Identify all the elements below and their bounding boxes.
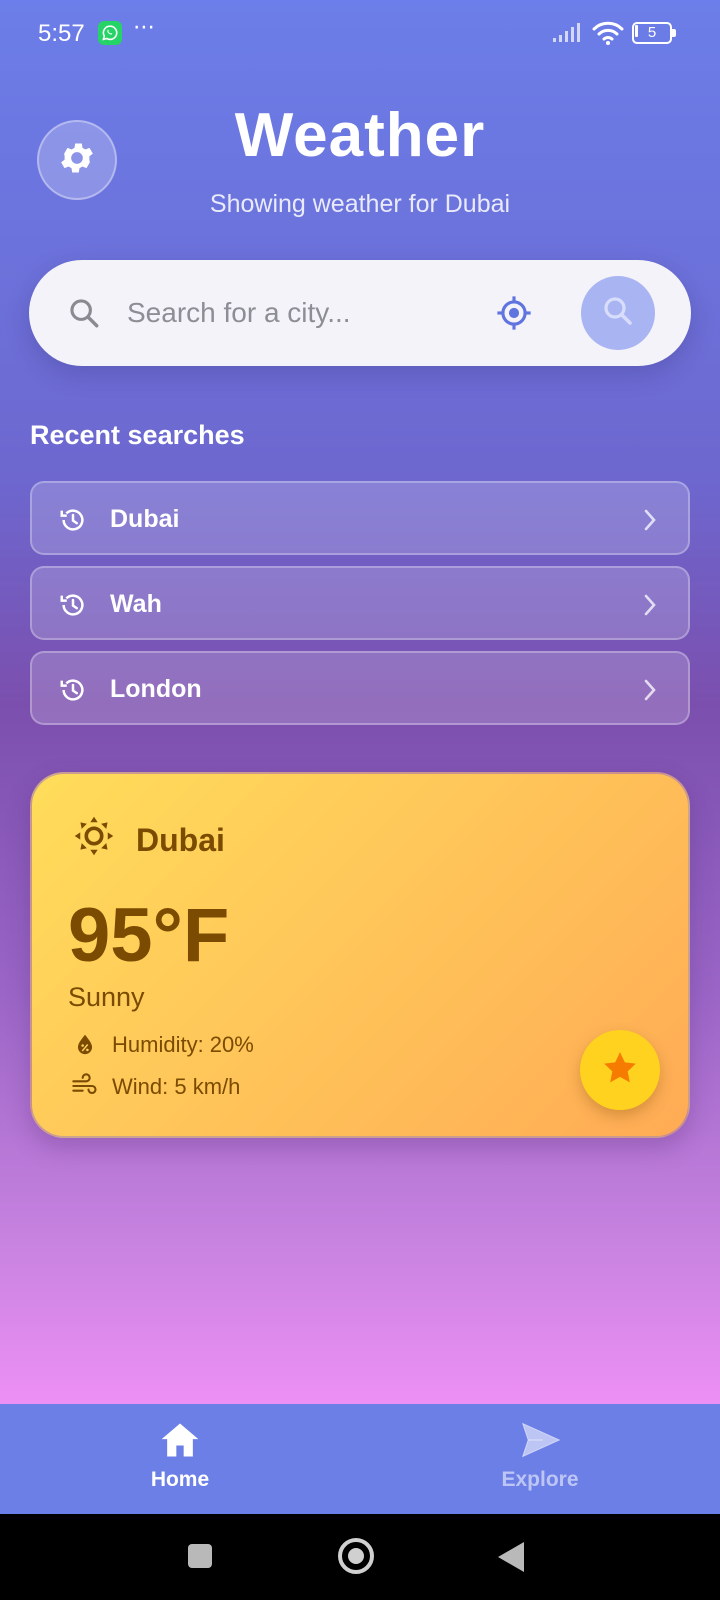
send-icon xyxy=(518,1418,564,1467)
home-icon xyxy=(158,1418,202,1467)
nav-home[interactable]: Home xyxy=(80,1404,280,1514)
sun-icon xyxy=(72,814,116,863)
search-button-icon xyxy=(600,293,636,334)
wifi-icon xyxy=(592,20,624,51)
locate-icon[interactable] xyxy=(495,294,533,337)
system-nav-bar xyxy=(0,1514,720,1600)
nav-home-label: Home xyxy=(150,1468,210,1491)
search-bar xyxy=(29,260,691,366)
nav-explore-label: Explore xyxy=(501,1468,579,1491)
weather-card: Dubai 95°F Sunny Humidity: 20% Wind: 5 k… xyxy=(30,772,690,1138)
back-button[interactable] xyxy=(498,1542,524,1572)
chevron-right-icon xyxy=(640,592,660,623)
recent-item-dubai[interactable]: Dubai xyxy=(30,481,690,555)
battery-level: 5 xyxy=(647,24,657,41)
recent-item-label: Wah xyxy=(110,590,162,618)
wind-icon xyxy=(70,1072,100,1105)
history-icon xyxy=(58,505,88,540)
search-submit-button[interactable] xyxy=(581,276,655,350)
card-wind: Wind: 5 km/h xyxy=(112,1074,241,1099)
history-icon xyxy=(58,675,88,710)
status-time: 5:57 xyxy=(38,20,85,47)
recent-item-label: Dubai xyxy=(110,505,180,533)
battery-icon: 5 xyxy=(632,22,676,46)
card-temperature: 95°F xyxy=(68,893,230,978)
chevron-right-icon xyxy=(640,507,660,538)
card-condition: Sunny xyxy=(68,982,145,1012)
star-icon xyxy=(600,1048,640,1093)
recent-item-london[interactable]: London xyxy=(30,651,690,725)
nav-explore[interactable]: Explore xyxy=(440,1404,640,1514)
page-title: Weather xyxy=(0,100,720,171)
chevron-right-icon xyxy=(640,677,660,708)
system-home-button[interactable] xyxy=(338,1538,374,1574)
recent-searches-title: Recent searches xyxy=(30,420,245,450)
recents-button[interactable] xyxy=(188,1544,212,1568)
bottom-nav: Home Explore xyxy=(0,1404,720,1514)
signal-icon xyxy=(552,22,584,49)
page-title-text: Weather xyxy=(234,101,486,170)
drop-icon xyxy=(72,1032,98,1063)
recent-item-wah[interactable]: Wah xyxy=(30,566,690,640)
favorite-button[interactable] xyxy=(580,1030,660,1110)
history-icon xyxy=(58,590,88,625)
whatsapp-icon xyxy=(98,21,122,45)
card-humidity: Humidity: 20% xyxy=(112,1032,254,1057)
card-city: Dubai xyxy=(136,822,225,858)
search-icon xyxy=(67,296,101,335)
page-subtitle: Showing weather for Dubai xyxy=(209,190,511,218)
status-bar: 5:57 ⋯ 5 xyxy=(0,0,720,68)
recent-item-label: London xyxy=(110,675,202,703)
search-input[interactable] xyxy=(127,292,467,334)
more-notifications-icon: ⋯ xyxy=(133,14,156,39)
